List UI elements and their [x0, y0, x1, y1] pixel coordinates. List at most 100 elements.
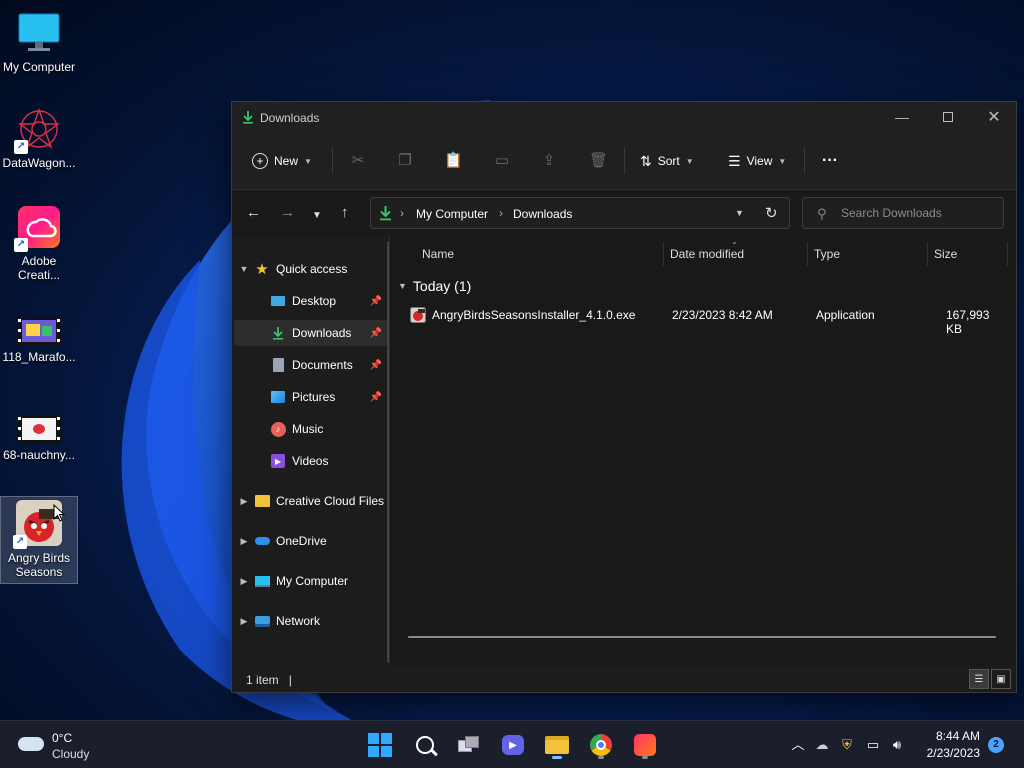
- refresh-icon[interactable]: ↻: [765, 204, 778, 222]
- column-header-type[interactable]: Type: [814, 236, 840, 272]
- column-header-name[interactable]: Name: [422, 236, 454, 272]
- file-row[interactable]: AngryBirdsSeasonsInstaller_4.1.0.exe 2/2…: [402, 304, 1008, 336]
- sidebar-item-pictures[interactable]: Pictures 📌: [234, 384, 388, 410]
- sidebar-item-downloads[interactable]: Downloads 📌: [234, 320, 388, 346]
- close-button[interactable]: ✕: [971, 102, 1017, 132]
- desktop-icon-label: Angry Birds Seasons: [7, 551, 71, 579]
- sidebar-item-music[interactable]: ♪ Music: [234, 416, 388, 442]
- breadcrumb-downloads[interactable]: Downloads: [513, 207, 572, 221]
- desktop-icon-my-computer[interactable]: My Computer: [0, 10, 78, 74]
- delete-icon[interactable]: 🗑: [589, 152, 608, 170]
- desktop-folder-icon: [270, 293, 286, 309]
- group-header-today[interactable]: ▼ Today (1): [398, 278, 471, 294]
- copy-icon[interactable]: ❐: [396, 152, 414, 170]
- column-divider[interactable]: [1007, 242, 1008, 266]
- navigation-bar: ← → ▼ ↑ › My Computer › Downloads ▼ ↻ ⚲: [232, 190, 1016, 236]
- show-hidden-icons-chevron-icon[interactable]: ︿: [789, 736, 807, 754]
- sidebar-item-desktop[interactable]: Desktop 📌: [234, 288, 388, 314]
- desktop-icon-angry-birds[interactable]: ↗ Angry Birds Seasons: [0, 496, 78, 584]
- back-arrow-icon[interactable]: ←: [246, 205, 261, 221]
- start-button[interactable]: [362, 729, 398, 761]
- sort-button[interactable]: ⇅ Sort ▼: [640, 148, 694, 174]
- clock[interactable]: 8:44 AM 2/23/2023: [918, 729, 980, 760]
- onedrive-offline-icon[interactable]: ☁: [813, 736, 831, 754]
- minimize-icon: —: [895, 109, 909, 125]
- more-options-button[interactable]: ···: [822, 148, 838, 174]
- desktop-icon-datawagon[interactable]: ↗ DataWagon...: [0, 106, 78, 170]
- sidebar-item-videos[interactable]: ▶ Videos: [234, 448, 388, 474]
- sidebar-item-creative-cloud-files[interactable]: ▶ Creative Cloud Files: [234, 488, 388, 514]
- paste-icon[interactable]: 📋: [444, 152, 463, 170]
- address-history-chevron-icon[interactable]: ▼: [735, 208, 744, 218]
- desktop-icon-adobe[interactable]: ↗ Adobe Creati...: [0, 204, 78, 282]
- column-label: Type: [814, 247, 841, 261]
- expand-chevron-icon[interactable]: ▶: [234, 496, 254, 507]
- search-input[interactable]: [841, 206, 991, 220]
- folder-icon: [254, 493, 270, 509]
- more-icon: ···: [822, 152, 838, 169]
- download-arrow-icon: [242, 110, 254, 127]
- sidebar-item-quick-access[interactable]: ▼ ★ Quick access: [234, 256, 388, 282]
- taskbar-search-button[interactable]: [407, 729, 443, 761]
- teams-chat-button[interactable]: ▶: [495, 729, 531, 761]
- column-divider[interactable]: [927, 242, 928, 266]
- desktop-icon-label: Adobe Creati...: [17, 254, 60, 282]
- sidebar-item-onedrive[interactable]: ▶ OneDrive: [234, 528, 388, 554]
- weather-condition: Cloudy: [52, 747, 90, 761]
- rename-icon[interactable]: ▭: [493, 152, 511, 170]
- cut-icon[interactable]: ✂: [349, 152, 367, 170]
- collapse-chevron-icon[interactable]: ▼: [234, 264, 254, 274]
- creative-cloud-taskbar-button[interactable]: [627, 729, 663, 761]
- sidebar-item-documents[interactable]: Documents 📌: [234, 352, 388, 378]
- title-bar[interactable]: Downloads — ✕: [232, 102, 1016, 132]
- chrome-taskbar-button[interactable]: [583, 729, 619, 761]
- volume-icon[interactable]: 🔊︎: [888, 736, 906, 754]
- adobe-cc-icon: ↗: [14, 204, 62, 252]
- sidebar-item-my-computer[interactable]: ▶ My Computer: [234, 568, 388, 594]
- sidebar-item-label: OneDrive: [276, 534, 327, 548]
- forward-arrow-icon[interactable]: →: [280, 205, 295, 221]
- search-box[interactable]: ⚲: [802, 197, 1004, 229]
- video-file-icon: [16, 414, 62, 444]
- sidebar-item-label: Documents: [292, 358, 353, 372]
- sidebar-scrollbar[interactable]: [387, 242, 389, 662]
- expand-chevron-icon[interactable]: ▶: [234, 536, 254, 547]
- column-divider[interactable]: [807, 242, 808, 266]
- view-button[interactable]: ☰ View ▼: [728, 148, 786, 174]
- new-label: New: [274, 154, 299, 168]
- security-shield-icon[interactable]: ⛨: [838, 736, 856, 754]
- sidebar-item-network[interactable]: ▶ Network: [234, 608, 388, 634]
- large-icons-view-button[interactable]: ▣: [991, 669, 1011, 689]
- file-explorer-window[interactable]: Downloads — ✕ + New ▼ ✂ ❐ 📋 ▭ ⇪ 🗑 ⇅ Sort…: [231, 101, 1017, 693]
- chrome-icon: [590, 734, 612, 756]
- expand-chevron-icon[interactable]: ▶: [234, 616, 254, 627]
- maximize-icon: [943, 112, 953, 122]
- horizontal-scrollbar[interactable]: [408, 636, 996, 638]
- network-status-icon[interactable]: ▭: [864, 736, 882, 754]
- desktop-icon-video-118[interactable]: 118_Marafo...: [0, 316, 78, 364]
- breadcrumb-my-computer[interactable]: My Computer: [416, 207, 488, 221]
- desktop-icon-video-68[interactable]: 68-nauchny...: [0, 414, 78, 462]
- details-view-button[interactable]: ☰: [969, 669, 989, 689]
- task-view-button[interactable]: [451, 729, 487, 761]
- expand-chevron-icon[interactable]: ▶: [234, 576, 254, 587]
- clock-date: 2/23/2023: [926, 746, 980, 760]
- view-label: View: [746, 154, 773, 168]
- up-arrow-icon[interactable]: ↑: [341, 205, 349, 221]
- breadcrumb-separator-icon: ›: [499, 206, 503, 220]
- file-explorer-taskbar-button[interactable]: [539, 729, 575, 761]
- toolbar-divider: [332, 148, 333, 174]
- column-divider[interactable]: [663, 242, 664, 266]
- notification-badge[interactable]: 2: [988, 737, 1004, 753]
- maximize-button[interactable]: [925, 102, 971, 132]
- view-list-icon: ☰: [728, 152, 741, 169]
- new-button[interactable]: + New ▼: [252, 148, 312, 174]
- file-name: AngryBirdsSeasonsInstaller_4.1.0.exe: [432, 308, 636, 322]
- share-icon[interactable]: ⇪: [540, 152, 558, 170]
- column-header-size[interactable]: Size: [934, 236, 957, 272]
- video-file-icon: [16, 316, 62, 346]
- recent-locations-chevron-icon[interactable]: ▼: [312, 208, 322, 224]
- toolbar-divider: [804, 148, 805, 174]
- minimize-button[interactable]: —: [879, 102, 925, 132]
- address-bar[interactable]: › My Computer › Downloads ▼ ↻: [370, 197, 790, 229]
